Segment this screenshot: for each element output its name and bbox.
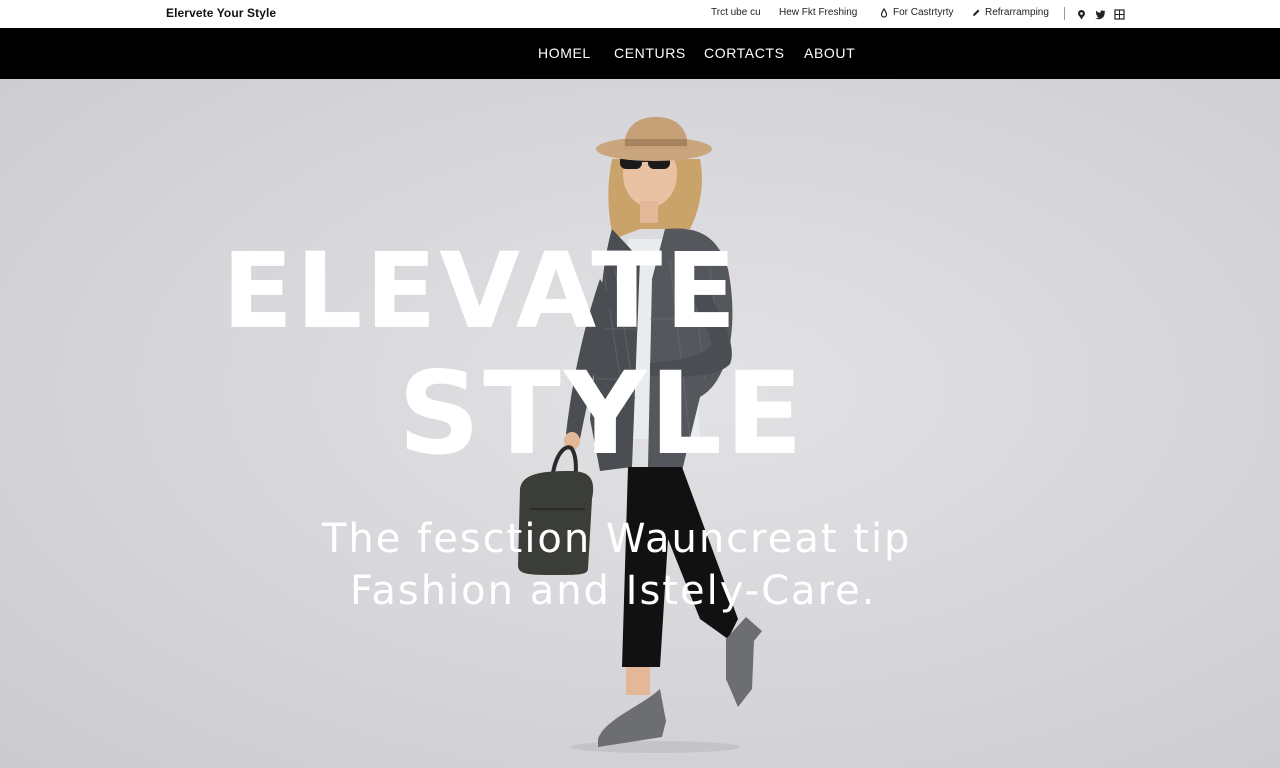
nav-item-home[interactable]: HOMEL (538, 28, 591, 79)
divider (1064, 7, 1065, 20)
grid-icon[interactable] (1114, 7, 1125, 20)
hero-subtitle-line2: Fashion and Istely-Care. (350, 568, 877, 614)
pin-icon[interactable] (1076, 7, 1087, 20)
hero-headline-line2: STYLE (398, 347, 806, 480)
util-link-2[interactable]: Hew Fkt Freshing (779, 7, 857, 18)
site-brand[interactable]: Elervete Your Style (166, 6, 276, 20)
twitter-icon[interactable] (1095, 7, 1106, 20)
util-link-label: Hew Fkt Freshing (779, 7, 858, 18)
util-link-label: For Castrtyrty (893, 7, 954, 18)
drop-icon (879, 7, 889, 18)
hero-section: ELEVATE STYLE The fesction Wauncreat tip… (0, 79, 1280, 768)
social-links (1076, 7, 1125, 20)
main-nav: HOMEL CENTURS CORTACTS ABOUT (0, 28, 1280, 79)
util-link-label: Refrarramping (985, 7, 1049, 18)
util-link-1[interactable]: Trct ube cu (711, 7, 761, 18)
nav-item-centurs[interactable]: CENTURS (614, 28, 686, 79)
util-link-3[interactable]: For Castrtyrty (879, 7, 954, 18)
util-link-4[interactable]: Refrarramping (971, 7, 1049, 18)
util-link-label: Trct ube cu (711, 7, 761, 18)
nav-item-contacts[interactable]: CORTACTS (704, 28, 785, 79)
nav-item-about[interactable]: ABOUT (804, 28, 855, 79)
pencil-icon (971, 8, 981, 18)
top-utility-bar: Elervete Your Style Trct ube cu Hew Fkt … (0, 0, 1280, 28)
hero-headline-line1: ELEVATE (222, 230, 740, 352)
hero-subtitle-line1: The fesction Wauncreat tip (322, 516, 912, 562)
